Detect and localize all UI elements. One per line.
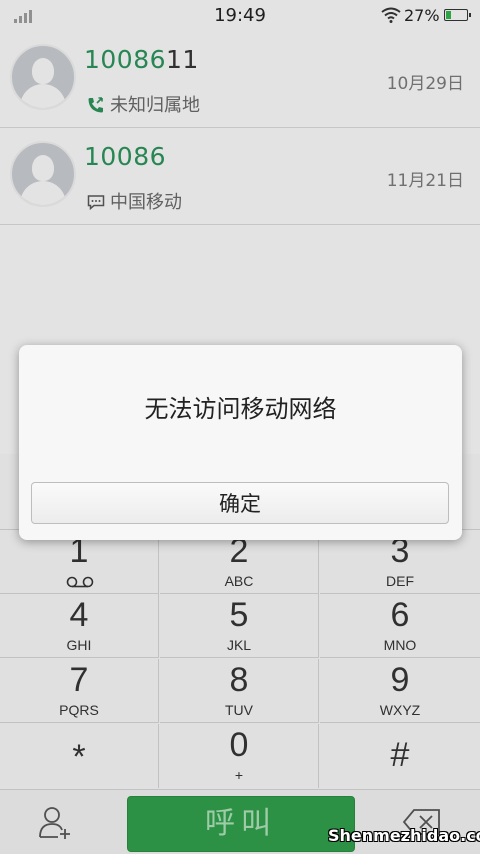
- alert-dialog: 无法访问移动网络 确定: [19, 345, 462, 540]
- dialog-ok-button[interactable]: 确定: [31, 482, 449, 524]
- dialog-message: 无法访问移动网络: [144, 395, 337, 423]
- dialer-screen: 19:49 27% 1008611 未知归属地 10月29日 10086 中国移…: [0, 0, 480, 854]
- watermark-text: Shenmezhidao.com: [328, 826, 480, 845]
